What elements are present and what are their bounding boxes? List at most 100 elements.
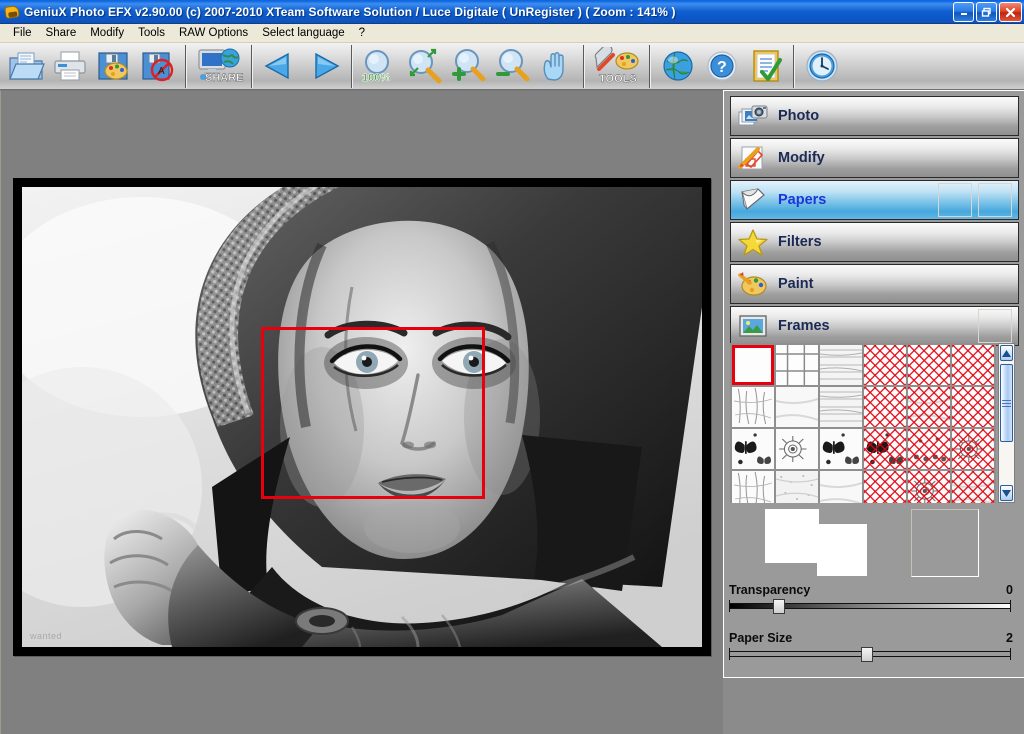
paper-thumbnail[interactable]	[952, 345, 994, 385]
toolbar-separator	[185, 44, 187, 88]
photo-image[interactable]: wanted	[22, 187, 702, 647]
toolbar-group-web: ?	[656, 45, 788, 88]
paper-thumbnail[interactable]	[776, 429, 818, 469]
sidebar-label-modify: Modify	[778, 150, 825, 166]
minimize-button[interactable]	[953, 2, 974, 22]
paper-thumbnail[interactable]	[864, 345, 906, 385]
sidebar-label-frames: Frames	[778, 318, 830, 334]
paper-size-slider-handle[interactable]	[861, 647, 873, 662]
paper-preview-empty-slot[interactable]	[911, 509, 979, 577]
paper-size-value: 2	[1006, 631, 1013, 645]
paper-thumbnail[interactable]	[820, 429, 862, 469]
toolbar-group-zoom: 100%	[358, 45, 578, 88]
paper-thumbnail[interactable]	[776, 387, 818, 427]
transparency-slider-handle[interactable]	[773, 599, 785, 614]
menu-item-raw-options[interactable]: RAW Options	[172, 25, 255, 41]
zoom-out-icon[interactable]	[490, 45, 534, 88]
photo-camera-icon	[736, 101, 770, 131]
print-icon[interactable]	[48, 45, 92, 88]
sidebar-item-filters[interactable]: Filters	[730, 222, 1019, 262]
toolbar-separator	[649, 44, 651, 88]
paper-thumbnail[interactable]	[776, 345, 818, 385]
image-watermark: wanted	[30, 631, 63, 641]
paper-thumbnail[interactable]	[820, 387, 862, 427]
paper-thumbnail[interactable]	[908, 345, 950, 385]
menu-item-tools[interactable]: Tools	[131, 25, 172, 41]
clock-icon[interactable]	[800, 45, 844, 88]
sidebar-item-photo[interactable]: Photo	[730, 96, 1019, 136]
globe-icon[interactable]	[656, 45, 700, 88]
paper-thumbnail[interactable]	[864, 429, 906, 469]
paper-thumbnail[interactable]	[820, 345, 862, 385]
paper-thumbnail[interactable]	[908, 387, 950, 427]
checklist-icon[interactable]	[744, 45, 788, 88]
paper-thumbnail[interactable]	[908, 471, 950, 503]
papers-slot-b[interactable]	[978, 183, 1012, 217]
sidebar-label-photo: Photo	[778, 108, 820, 124]
transparency-slider-block: Transparency 0	[729, 583, 1017, 614]
paper-grid-scrollbar[interactable]	[998, 343, 1015, 503]
application-window: GeniuX Photo EFX v2.90.00 (c) 2007-2010 …	[0, 0, 1024, 734]
menu-item-file[interactable]: File	[6, 25, 39, 41]
next-arrow-icon[interactable]	[302, 45, 346, 88]
close-button[interactable]	[999, 2, 1022, 22]
menu-item-share[interactable]: Share	[39, 25, 84, 41]
open-file-icon[interactable]	[4, 45, 48, 88]
scrollbar-track[interactable]	[999, 362, 1014, 484]
svg-text:TOOLS: TOOLS	[599, 73, 637, 85]
sidebar-item-modify[interactable]: Modify	[730, 138, 1019, 178]
menu-item-modify[interactable]: Modify	[83, 25, 131, 41]
paper-thumbnail[interactable]	[952, 471, 994, 503]
paper-thumbnail[interactable]	[732, 345, 774, 385]
pan-hand-icon[interactable]	[534, 45, 578, 88]
papers-sheet-icon	[736, 185, 770, 215]
tools-icon[interactable]: TOOLS	[590, 45, 644, 88]
scrollbar-thumb[interactable]	[1000, 364, 1013, 442]
zoom-in-icon[interactable]	[446, 45, 490, 88]
zoom-fit-icon[interactable]	[402, 45, 446, 88]
menu-item-help[interactable]: ?	[352, 25, 372, 41]
paper-thumbnail[interactable]	[820, 471, 862, 503]
help-icon[interactable]: ?	[700, 45, 744, 88]
share-icon[interactable]: SHARE	[192, 45, 246, 88]
sidebar-item-paint[interactable]: Paint	[730, 264, 1019, 304]
toolbar-group-navigation	[258, 45, 346, 88]
toolbar-separator	[251, 44, 253, 88]
paper-thumbnail[interactable]	[732, 471, 774, 503]
paper-size-slider-track[interactable]	[729, 647, 1011, 662]
paper-thumbnail[interactable]	[732, 429, 774, 469]
photo-frame: wanted	[13, 178, 711, 656]
paper-thumbnail-grid[interactable]	[730, 343, 996, 503]
frames-slot[interactable]	[978, 309, 1012, 343]
toolbar-separator	[793, 44, 795, 88]
sidebar-label-filters: Filters	[778, 234, 822, 250]
paper-thumbnail[interactable]	[864, 387, 906, 427]
paper-thumbnail[interactable]	[952, 429, 994, 469]
sidebar-item-frames[interactable]: Frames	[730, 306, 1019, 346]
paw-app-icon	[4, 4, 20, 20]
save-pdf-icon[interactable]: A	[136, 45, 180, 88]
menu-item-select-language[interactable]: Select language	[255, 25, 351, 41]
paper-thumbnail[interactable]	[776, 471, 818, 503]
previous-arrow-icon[interactable]	[258, 45, 302, 88]
zoom-100-icon[interactable]: 100%	[358, 45, 402, 88]
sidebar-item-papers[interactable]: Papers	[730, 180, 1019, 220]
papers-slot-a[interactable]	[938, 183, 972, 217]
scroll-up-arrow-icon[interactable]	[1000, 345, 1013, 361]
paper-thumbnail[interactable]	[864, 471, 906, 503]
paper-thumbnail[interactable]	[732, 387, 774, 427]
menu-bar: File Share Modify Tools RAW Options Sele…	[0, 24, 1024, 43]
paint-palette-icon	[736, 269, 770, 299]
toolbar-separator	[351, 44, 353, 88]
modify-pencil-icon	[736, 143, 770, 173]
restore-button[interactable]	[976, 2, 997, 22]
window-title: GeniuX Photo EFX v2.90.00 (c) 2007-2010 …	[24, 4, 676, 19]
transparency-slider-track[interactable]	[729, 599, 1011, 614]
canvas-work-area[interactable]: wanted	[0, 90, 722, 734]
svg-text:A: A	[158, 66, 165, 77]
paper-thumbnail[interactable]	[908, 429, 950, 469]
scroll-down-arrow-icon[interactable]	[1000, 485, 1013, 501]
paper-thumbnails-panel	[730, 343, 1020, 503]
paper-thumbnail[interactable]	[952, 387, 994, 427]
save-palette-icon[interactable]	[92, 45, 136, 88]
